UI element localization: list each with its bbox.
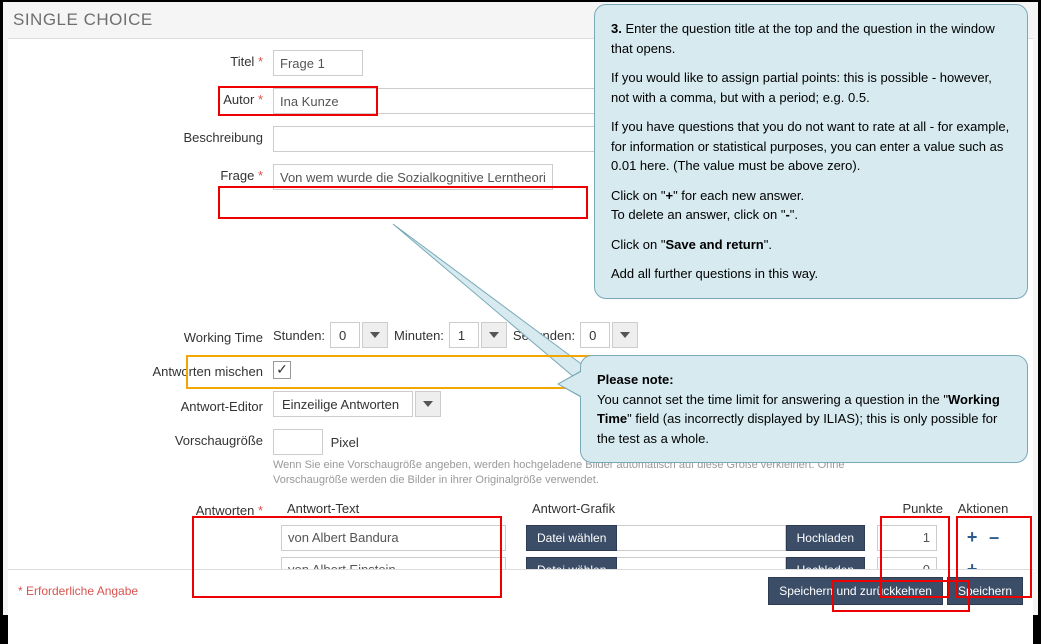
footer-bar: * Erforderliche Angabe Speichern und zur… (8, 569, 1033, 612)
seconds-value: 0 (580, 322, 610, 348)
remove-answer-button[interactable]: – (985, 527, 1003, 547)
editor-label: Antwort-Editor (181, 399, 263, 414)
working-time-label: Working Time (184, 330, 263, 345)
title-input[interactable] (273, 50, 363, 76)
question-label: Frage (220, 168, 254, 183)
preview-size-label: Vorschaugröße (175, 433, 263, 448)
chevron-down-icon (370, 332, 380, 338)
note-callout: Please note: You cannot set the time lim… (580, 355, 1028, 463)
seconds-dropdown[interactable] (612, 322, 638, 348)
minutes-value: 1 (449, 322, 479, 348)
instruction-callout: 3. Enter the question title at the top a… (594, 4, 1028, 299)
answer-text-input[interactable] (281, 525, 506, 551)
shuffle-label: Antworten mischen (152, 364, 263, 379)
required-star: * (258, 92, 263, 107)
hours-label: Stunden: (273, 328, 325, 343)
description-label: Beschreibung (184, 130, 264, 145)
editor-dropdown-toggle[interactable] (415, 391, 441, 417)
seconds-label: Sekunden: (513, 328, 575, 343)
editor-select[interactable]: Einzeilige Antworten (273, 391, 413, 417)
file-select-button[interactable]: Datei wählen (526, 525, 617, 551)
preview-size-input[interactable] (273, 429, 323, 455)
minutes-label: Minuten: (394, 328, 444, 343)
chevron-down-icon (620, 332, 630, 338)
file-name-display (617, 525, 785, 551)
required-star: * (258, 503, 263, 518)
points-input[interactable] (877, 525, 937, 551)
th-actions: Aktionen (943, 501, 1023, 516)
required-star: * (258, 54, 263, 69)
hours-dropdown[interactable] (362, 322, 388, 348)
chevron-down-icon (489, 332, 499, 338)
th-answer-text: Antwort-Text (281, 501, 506, 516)
answers-label: Antworten (196, 503, 255, 518)
author-label: Autor (223, 92, 254, 107)
callout-step-number: 3. (611, 21, 622, 36)
preview-unit: Pixel (331, 435, 359, 450)
th-answer-grafik: Antwort-Grafik (526, 501, 865, 516)
upload-button[interactable]: Hochladen (786, 525, 865, 551)
question-input[interactable] (273, 164, 553, 190)
callout-note-heading: Please note: (597, 372, 674, 387)
th-points: Punkte (865, 501, 943, 516)
hours-value: 0 (330, 322, 360, 348)
answer-row: Datei wählen Hochladen + – (281, 522, 1023, 554)
chevron-down-icon (423, 401, 433, 407)
title-label: Titel (230, 54, 254, 69)
required-star: * (258, 168, 263, 183)
shuffle-checkbox[interactable]: ✓ (273, 361, 291, 379)
add-answer-button[interactable]: + (963, 527, 982, 547)
save-and-return-button[interactable]: Speichern und zurückkehren (768, 577, 943, 605)
save-button[interactable]: Speichern (947, 577, 1023, 605)
required-legend: * Erforderliche Angabe (18, 584, 138, 598)
minutes-dropdown[interactable] (481, 322, 507, 348)
